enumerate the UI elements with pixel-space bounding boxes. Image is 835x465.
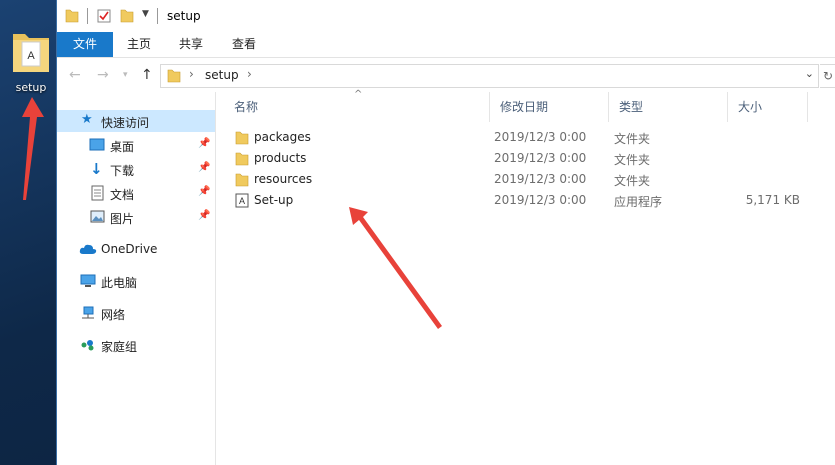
nav-label: 网络	[101, 308, 126, 322]
up-arrow-icon[interactable]: ↑	[141, 67, 153, 83]
file-name: products	[254, 151, 307, 165]
cloud-icon	[79, 244, 97, 254]
file-size: 5,171 KB	[745, 193, 800, 207]
navigation-pane: ★ 快速访问 桌面 📌 ↓ 下载 📌 文档 📌 图片 📌 OneDrive 此电…	[57, 92, 216, 465]
nav-network[interactable]: 网络	[57, 302, 215, 324]
nav-label: 文档	[110, 188, 135, 202]
folder-icon	[167, 69, 181, 83]
file-type: 文件夹	[614, 132, 651, 146]
file-type: 文件夹	[614, 153, 651, 167]
star-icon: ★	[81, 112, 93, 127]
title-separator	[87, 8, 88, 24]
pictures-icon	[90, 210, 105, 223]
address-bar[interactable]: › setup › ⌄	[160, 64, 819, 88]
chevron-down-icon[interactable]: ⌄	[805, 67, 814, 80]
document-icon	[91, 185, 104, 201]
file-type: 应用程序	[614, 195, 663, 209]
file-date: 2019/12/3 0:00	[494, 193, 587, 207]
column-header-type[interactable]: 类型	[609, 92, 728, 122]
tab-share[interactable]: 共享	[169, 32, 213, 57]
column-header-date[interactable]: 修改日期	[490, 92, 609, 122]
pin-icon[interactable]: 📌	[198, 186, 210, 197]
homegroup-icon	[81, 340, 94, 351]
recent-locations-icon[interactable]: ▾	[123, 70, 128, 80]
breadcrumb-chevron-icon[interactable]: ›	[189, 67, 194, 81]
nav-pictures[interactable]: 图片 📌	[57, 206, 215, 228]
nav-this-pc[interactable]: 此电脑	[57, 270, 215, 292]
window-title: setup	[167, 9, 201, 23]
properties-icon[interactable]	[97, 8, 111, 24]
nav-label: 快速访问	[101, 116, 150, 130]
file-date: 2019/12/3 0:00	[494, 151, 587, 165]
folder-icon	[235, 173, 249, 187]
refresh-icon[interactable]: ↻	[820, 64, 835, 88]
adobe-app-icon: A	[235, 193, 249, 208]
table-row[interactable]: A Set-up 2019/12/3 0:00 应用程序 5,171 KB	[216, 190, 835, 211]
table-row[interactable]: packages 2019/12/3 0:00 文件夹	[216, 127, 835, 148]
file-date: 2019/12/3 0:00	[494, 172, 587, 186]
folder-icon	[235, 152, 249, 166]
pin-icon[interactable]: 📌	[198, 210, 210, 221]
pin-icon[interactable]: 📌	[198, 162, 210, 173]
desktop-icon-label: setup	[15, 81, 47, 94]
folder-icon	[65, 9, 79, 23]
nav-homegroup[interactable]: 家庭组	[57, 334, 215, 356]
nav-label: 此电脑	[101, 276, 138, 290]
pin-icon[interactable]: 📌	[198, 138, 210, 149]
desktop-icon	[89, 138, 105, 151]
column-header-size[interactable]: 大小	[728, 92, 808, 122]
forward-arrow-icon[interactable]: →	[97, 67, 109, 83]
folder-icon	[235, 131, 249, 145]
download-arrow-icon: ↓	[90, 160, 103, 178]
nav-label: OneDrive	[101, 242, 158, 256]
network-icon	[82, 306, 94, 319]
nav-downloads[interactable]: ↓ 下载 📌	[57, 158, 215, 180]
file-name: packages	[254, 130, 311, 144]
customize-toolbar-icon[interactable]: ▼	[142, 9, 149, 19]
computer-icon	[80, 274, 96, 287]
table-row[interactable]: resources 2019/12/3 0:00 文件夹	[216, 169, 835, 190]
nav-desktop[interactable]: 桌面 📌	[57, 134, 215, 156]
tab-home[interactable]: 主页	[117, 32, 161, 57]
file-date: 2019/12/3 0:00	[494, 130, 587, 144]
nav-documents[interactable]: 文档 📌	[57, 182, 215, 204]
file-name: Set-up	[254, 193, 294, 207]
title-bar: ▼ setup	[57, 0, 835, 32]
folder-adobe-icon: A	[13, 34, 49, 72]
navigation-bar: ← → ▾ ↑ › setup › ⌄ ↻	[57, 58, 835, 92]
desktop-setup-shortcut[interactable]: A setup	[6, 26, 56, 94]
nav-label: 桌面	[110, 140, 135, 154]
ribbon-tabs: 文件 主页 共享 查看	[57, 32, 835, 58]
nav-quick-access[interactable]: ★ 快速访问	[57, 110, 215, 132]
table-row[interactable]: products 2019/12/3 0:00 文件夹	[216, 148, 835, 169]
svg-text:A: A	[27, 50, 35, 62]
svg-text:A: A	[239, 196, 245, 206]
file-list: ^ 名称 修改日期 类型 大小 packages 2019/12/3 0:00 …	[216, 89, 835, 465]
back-arrow-icon[interactable]: ←	[69, 67, 81, 83]
nav-label: 家庭组	[101, 340, 138, 354]
tab-view[interactable]: 查看	[222, 32, 266, 57]
tab-file[interactable]: 文件	[57, 32, 113, 57]
breadcrumb-chevron-icon[interactable]: ›	[247, 67, 252, 81]
nav-label: 图片	[110, 212, 135, 226]
title-separator	[157, 8, 158, 24]
nav-onedrive[interactable]: OneDrive	[57, 238, 215, 260]
new-folder-icon[interactable]	[120, 8, 134, 24]
nav-label: 下载	[110, 164, 135, 178]
file-explorer-window: ▼ setup 文件 主页 共享 查看 ← → ▾ ↑ › setup › ⌄ …	[56, 0, 835, 465]
file-type: 文件夹	[614, 174, 651, 188]
breadcrumb-setup[interactable]: setup	[205, 68, 239, 82]
column-header-name[interactable]: 名称	[224, 92, 490, 122]
file-name: resources	[254, 172, 313, 186]
